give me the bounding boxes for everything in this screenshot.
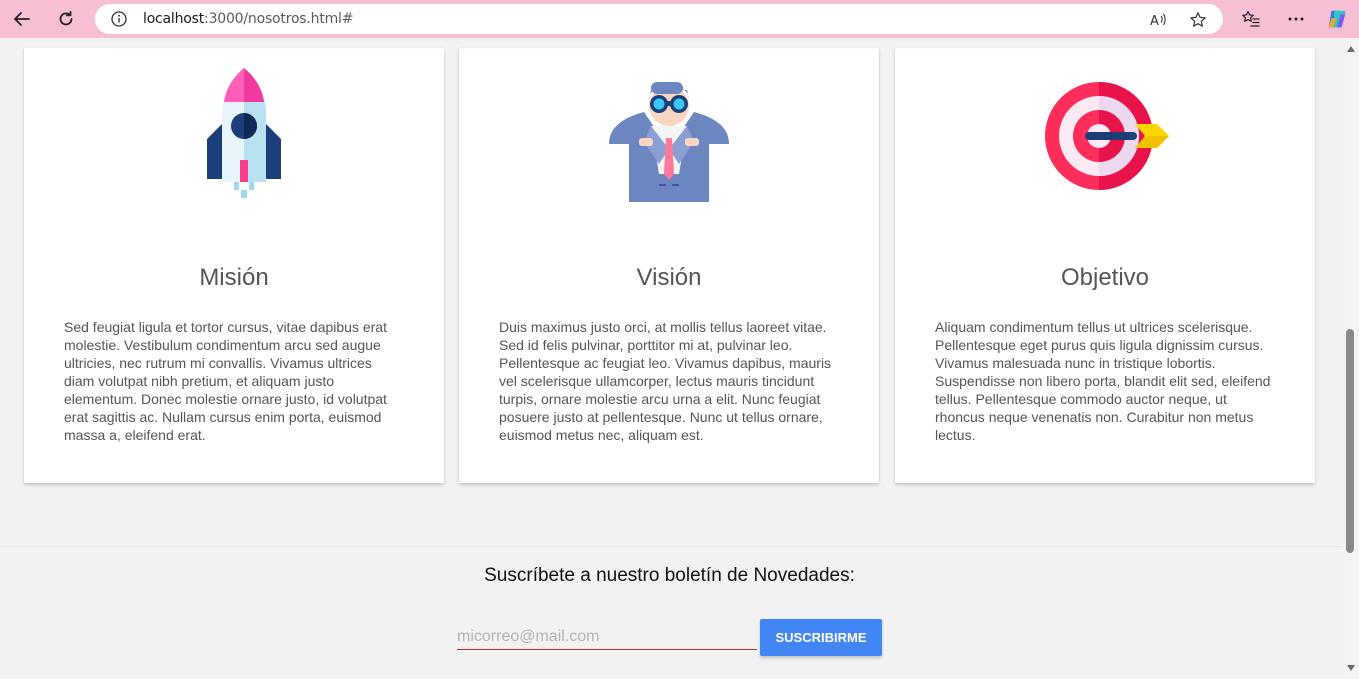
card-text: Sed feugiat ligula et tortor cursus, vit…	[64, 319, 387, 443]
card-vision: Visión Duis maximus justo orci, at molli…	[459, 48, 879, 483]
rocket-icon	[24, 64, 444, 208]
email-input[interactable]	[457, 625, 757, 650]
favorite-star-icon[interactable]	[1189, 11, 1207, 29]
binoculars-man-icon	[459, 64, 879, 208]
browser-toolbar: localhost:3000/nosotros.html# A	[0, 0, 1359, 38]
address-bar[interactable]: localhost:3000/nosotros.html# A	[95, 4, 1223, 34]
target-dart-icon	[895, 64, 1315, 208]
card-title: Objetivo	[1060, 264, 1150, 291]
read-aloud-icon[interactable]: A	[1149, 11, 1167, 29]
url-text[interactable]: localhost:3000/nosotros.html#	[143, 11, 353, 27]
section-divider	[0, 546, 1343, 547]
scrollbar-thumb[interactable]	[1346, 329, 1354, 553]
refresh-icon[interactable]	[52, 6, 80, 32]
back-arrow-icon[interactable]	[8, 6, 36, 32]
subscribe-button[interactable]: SUSCRIBIRME	[760, 619, 882, 656]
url-path: :3000/nosotros.html#	[204, 11, 354, 27]
url-host: localhost	[143, 11, 205, 27]
svg-text:A: A	[1150, 14, 1159, 29]
card-title: Visión	[636, 264, 702, 291]
card-text: Duis maximus justo orci, at mollis tellu…	[499, 319, 832, 443]
page-viewport: Misión Sed feugiat ligula et tortor curs…	[0, 38, 1343, 679]
scroll-up-arrow-icon[interactable]	[1347, 46, 1355, 52]
copilot-icon[interactable]	[1326, 8, 1348, 30]
favorites-icon[interactable]	[1240, 8, 1262, 30]
newsletter-title: Suscríbete a nuestro boletín de Novedade…	[484, 565, 855, 586]
info-icon[interactable]	[111, 11, 127, 27]
scroll-down-arrow-icon[interactable]	[1347, 665, 1355, 671]
more-icon[interactable]	[1285, 8, 1307, 30]
card-text: Aliquam condimentum tellus ut ultrices s…	[935, 319, 1271, 443]
card-title: Misión	[199, 264, 269, 291]
page-scrollbar[interactable]	[1343, 38, 1359, 679]
card-objetivo: Objetivo Aliquam condimentum tellus ut u…	[895, 48, 1315, 483]
card-mision: Misión Sed feugiat ligula et tortor curs…	[24, 48, 444, 483]
